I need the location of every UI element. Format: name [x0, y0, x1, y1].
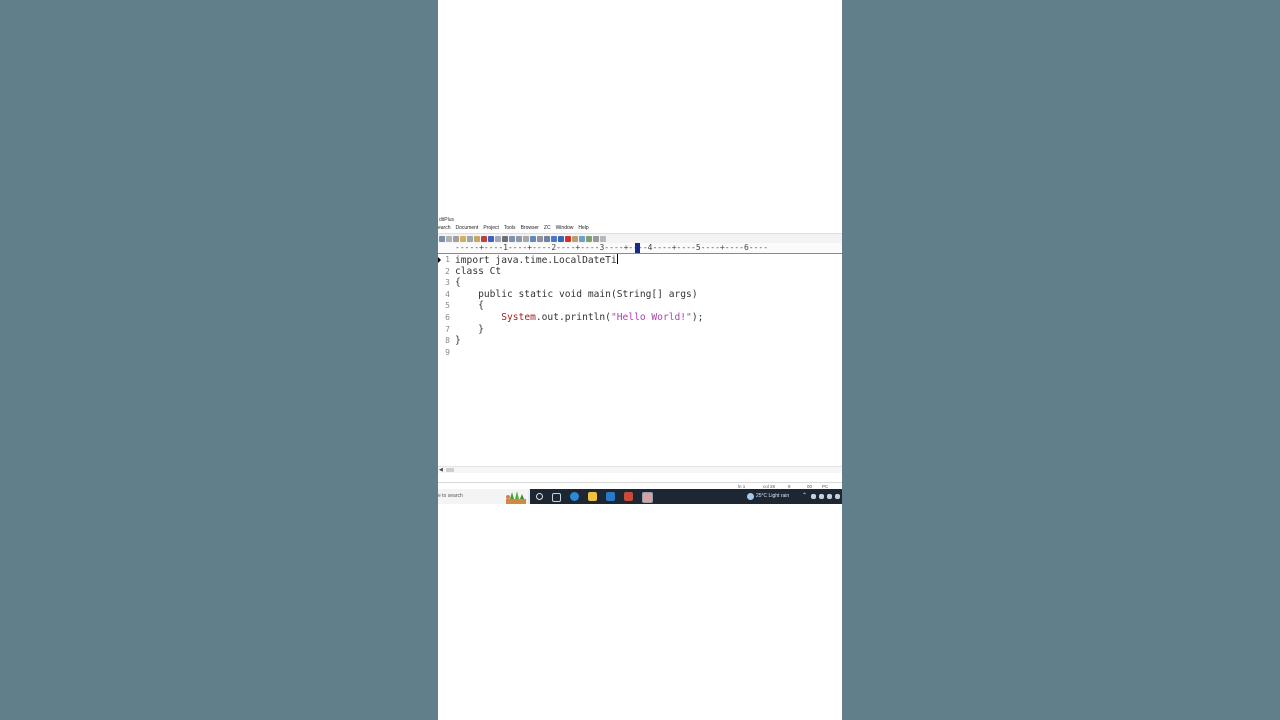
word-wrap-icon[interactable]: [551, 235, 557, 242]
text-cursor: [616, 254, 618, 264]
line-number-gutter: 1 2 3 4 5 6 7 8 9: [438, 254, 452, 464]
windows-taskbar: e to search 25°C Light rain ⌃: [438, 489, 842, 504]
scrollbar-thumb[interactable]: [446, 468, 454, 472]
menu-window[interactable]: Window: [556, 224, 574, 232]
browser-icon[interactable]: [572, 235, 578, 242]
line-number: 6: [445, 313, 450, 322]
delete-icon[interactable]: [481, 235, 487, 242]
menu-help[interactable]: Help: [578, 224, 588, 232]
cortana-icon[interactable]: [536, 493, 543, 500]
ruler-cursor-marker: [635, 243, 640, 253]
spellcheck-icon[interactable]: [453, 235, 459, 242]
replace-icon[interactable]: [509, 235, 515, 242]
goto-icon[interactable]: [523, 235, 529, 242]
menu-search[interactable]: earch: [438, 224, 451, 232]
menu-browser[interactable]: Browser: [521, 224, 539, 232]
ruler-icon[interactable]: [537, 235, 543, 242]
string-literal: "Hello World!": [610, 312, 692, 323]
checkmark-icon[interactable]: [565, 235, 571, 242]
task-view-icon[interactable]: [552, 493, 561, 502]
print-icon[interactable]: [439, 235, 445, 242]
chrome-icon[interactable]: [624, 492, 633, 501]
edge-browser-icon[interactable]: [570, 492, 579, 501]
mail-icon[interactable]: [606, 492, 615, 501]
copy-icon[interactable]: [467, 235, 473, 242]
line-number: 3: [445, 278, 450, 288]
language-icon[interactable]: [835, 494, 840, 499]
battery-icon[interactable]: [819, 494, 824, 499]
ruler-scale: -----+----1----+----2----+----3----+----…: [455, 243, 769, 252]
statement-end: );: [691, 312, 704, 323]
horizontal-scrollbar[interactable]: ◀: [438, 466, 842, 473]
video-frame: ditPlus earch Document Project Tools Bro…: [438, 0, 842, 720]
file-explorer-icon[interactable]: [588, 492, 597, 501]
weather-text[interactable]: 25°C Light rain: [756, 489, 789, 504]
taskbar-app-strip: 25°C Light rain ⌃: [530, 489, 842, 504]
line-number: 4: [445, 289, 450, 299]
paste-icon[interactable]: [474, 235, 480, 242]
line-number: 1: [445, 255, 450, 264]
scroll-left-icon[interactable]: ◀: [439, 467, 443, 473]
line-number: 7: [445, 324, 450, 334]
cut-icon[interactable]: [460, 235, 466, 242]
help-icon[interactable]: [600, 235, 606, 242]
code-line-5: {: [455, 300, 484, 312]
volume-icon[interactable]: [827, 494, 832, 499]
editplus-window: ditPlus earch Document Project Tools Bro…: [438, 216, 842, 504]
code-line-8: }: [455, 335, 461, 347]
find-icon[interactable]: [502, 235, 508, 242]
system-keyword: System: [501, 312, 536, 323]
code-line-7: }: [455, 323, 484, 335]
code-editor[interactable]: import java.time.LocalDateTi class Ct { …: [455, 254, 840, 464]
code-line-3: {: [455, 277, 461, 289]
println-call: .out.println(: [535, 312, 611, 323]
menu-zc[interactable]: ZC: [544, 224, 551, 232]
code-line-6: System.out.println("Hello World!");: [455, 312, 703, 324]
search-highlight-plant-icon: [504, 490, 528, 504]
line-number: 9: [445, 347, 450, 357]
menu-bar: earch Document Project Tools Browser ZC …: [438, 224, 842, 232]
redo-icon[interactable]: [495, 235, 501, 242]
find-next-icon[interactable]: [516, 235, 522, 242]
clip-icon[interactable]: [586, 235, 592, 242]
weather-icon[interactable]: [747, 493, 754, 500]
chevron-up-icon[interactable]: ⌃: [802, 489, 807, 504]
undo-icon[interactable]: [488, 235, 494, 242]
ruler: -----+----1----+----2----+----3----+----…: [438, 243, 842, 254]
code-line-4: public static void main(String[] args): [455, 288, 698, 300]
line-number: 2: [445, 266, 450, 276]
line-number: 8: [445, 336, 450, 346]
line-number-icon[interactable]: [544, 235, 550, 242]
font-icon[interactable]: [530, 235, 536, 242]
column-select-icon[interactable]: [558, 235, 564, 242]
line-number: 5: [445, 301, 450, 311]
network-icon[interactable]: [811, 494, 816, 499]
directory-icon[interactable]: [579, 235, 585, 242]
window-title: ditPlus: [439, 217, 455, 223]
code-line-text: import java.time.LocalDateTi: [455, 255, 617, 266]
menu-document[interactable]: Document: [456, 224, 479, 232]
code-line-2: class Ct: [455, 265, 502, 277]
editplus-taskbar-icon[interactable]: [642, 492, 653, 503]
menu-tools[interactable]: Tools: [504, 224, 516, 232]
menu-project[interactable]: Project: [483, 224, 499, 232]
preview-icon[interactable]: [446, 235, 452, 242]
search-placeholder: e to search: [438, 493, 463, 499]
window-list-icon[interactable]: [593, 235, 599, 242]
